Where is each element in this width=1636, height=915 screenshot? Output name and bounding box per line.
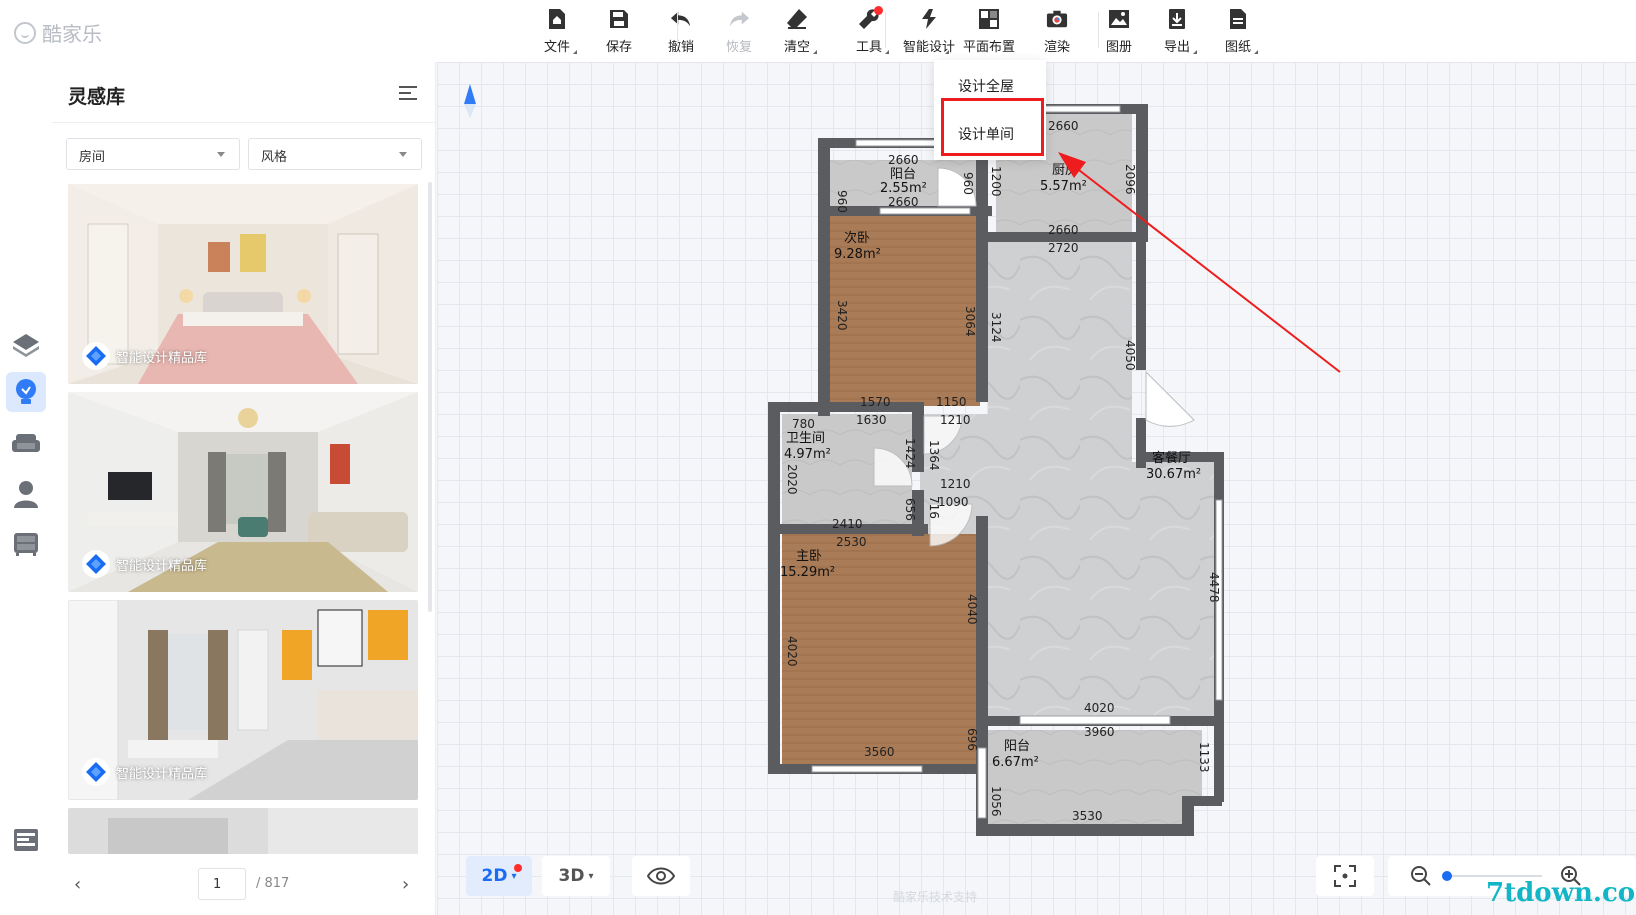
dim-label: 1090 [938, 495, 969, 509]
dim-label: 696 [965, 728, 979, 751]
room-area: 9.28m² [834, 247, 881, 262]
room-name: 次卧 [844, 230, 870, 246]
dim-label: 3064 [963, 306, 977, 337]
room-name: 阳台 [890, 167, 916, 182]
dim-label: 4020 [785, 636, 799, 667]
dim-label: 2410 [832, 517, 863, 531]
dim-label: 1630 [856, 413, 887, 427]
dim-label: 3124 [989, 312, 1003, 343]
dim-label: 2660 [1048, 119, 1079, 133]
zoom-out-icon[interactable] [1410, 865, 1432, 887]
view-2d-button[interactable]: 2D ▾ [466, 856, 532, 896]
dim-label: 716 [927, 496, 941, 519]
room-area: 15.29m² [780, 565, 835, 580]
notification-dot [514, 864, 522, 872]
room-area: 30.67m² [1146, 467, 1201, 482]
visibility-toggle[interactable] [632, 856, 690, 896]
dim-label: 2720 [1048, 241, 1079, 255]
dim-label: 4050 [1123, 340, 1137, 371]
dim-label: 4040 [965, 594, 979, 625]
fit-view-button[interactable] [1316, 856, 1374, 896]
dim-label: 1210 [940, 413, 971, 427]
room-name: 主卧 [796, 549, 822, 564]
dim-label: 960 [835, 190, 849, 213]
dim-label: 780 [792, 417, 815, 431]
zoom-slider[interactable] [1442, 871, 1542, 881]
dim-label: 1056 [989, 786, 1003, 817]
dim-label: 1364 [927, 440, 941, 471]
dim-label: 4478 [1207, 572, 1221, 603]
dim-label: 1200 [989, 166, 1003, 197]
dim-label: 960 [961, 172, 975, 195]
room-name: 客餐厅 [1152, 450, 1191, 466]
floor-plan[interactable]: 2660 2660 2660 960 960 1200 2096 2660 27… [0, 0, 1636, 915]
room-name: 阳台 [1004, 739, 1030, 754]
dim-label: 2096 [1123, 164, 1137, 195]
app-root: 酷家乐 文件 保存 撤销 恢复 清空 工具 智能设计 平面布置 渲染 图册 导出 图纸 灵感库 房间 [0, 0, 1636, 915]
dim-label: 1133 [1197, 742, 1211, 773]
view-mode-controls: 2D ▾ 3D ▾ [466, 856, 690, 896]
design-whole-house-item[interactable]: 设计全屋 [958, 76, 1014, 96]
eye-icon [647, 867, 675, 885]
room-area: 6.67m² [992, 755, 1039, 770]
dim-label: 1210 [940, 477, 971, 491]
dim-label: 2530 [836, 535, 867, 549]
dim-label: 1424 [903, 438, 917, 469]
dim-label: 3420 [835, 300, 849, 331]
dim-label: 2020 [785, 464, 799, 495]
dim-label: 2660 [1048, 223, 1079, 237]
dim-label: 2660 [888, 195, 919, 209]
room-area: 5.57m² [1040, 179, 1087, 194]
dim-label: 3560 [864, 745, 895, 759]
highlight-box [941, 98, 1044, 156]
view-3d-button[interactable]: 3D ▾ [542, 856, 610, 896]
room-area: 4.97m² [784, 447, 831, 462]
dim-label: 3530 [1072, 809, 1103, 823]
dim-label: 4020 [1084, 701, 1115, 715]
zoom-slider-thumb[interactable] [1442, 871, 1452, 881]
site-watermark: 7tdown.com [1486, 878, 1636, 908]
dim-label: 3960 [1084, 725, 1115, 739]
dim-label: 1150 [936, 395, 967, 409]
dim-label: 656 [903, 498, 917, 521]
dim-label: 2660 [888, 153, 919, 167]
dim-label: 1570 [860, 395, 891, 409]
room-area: 2.55m² [880, 181, 927, 196]
room-name: 卫生间 [786, 431, 825, 446]
fit-screen-icon [1334, 865, 1356, 887]
